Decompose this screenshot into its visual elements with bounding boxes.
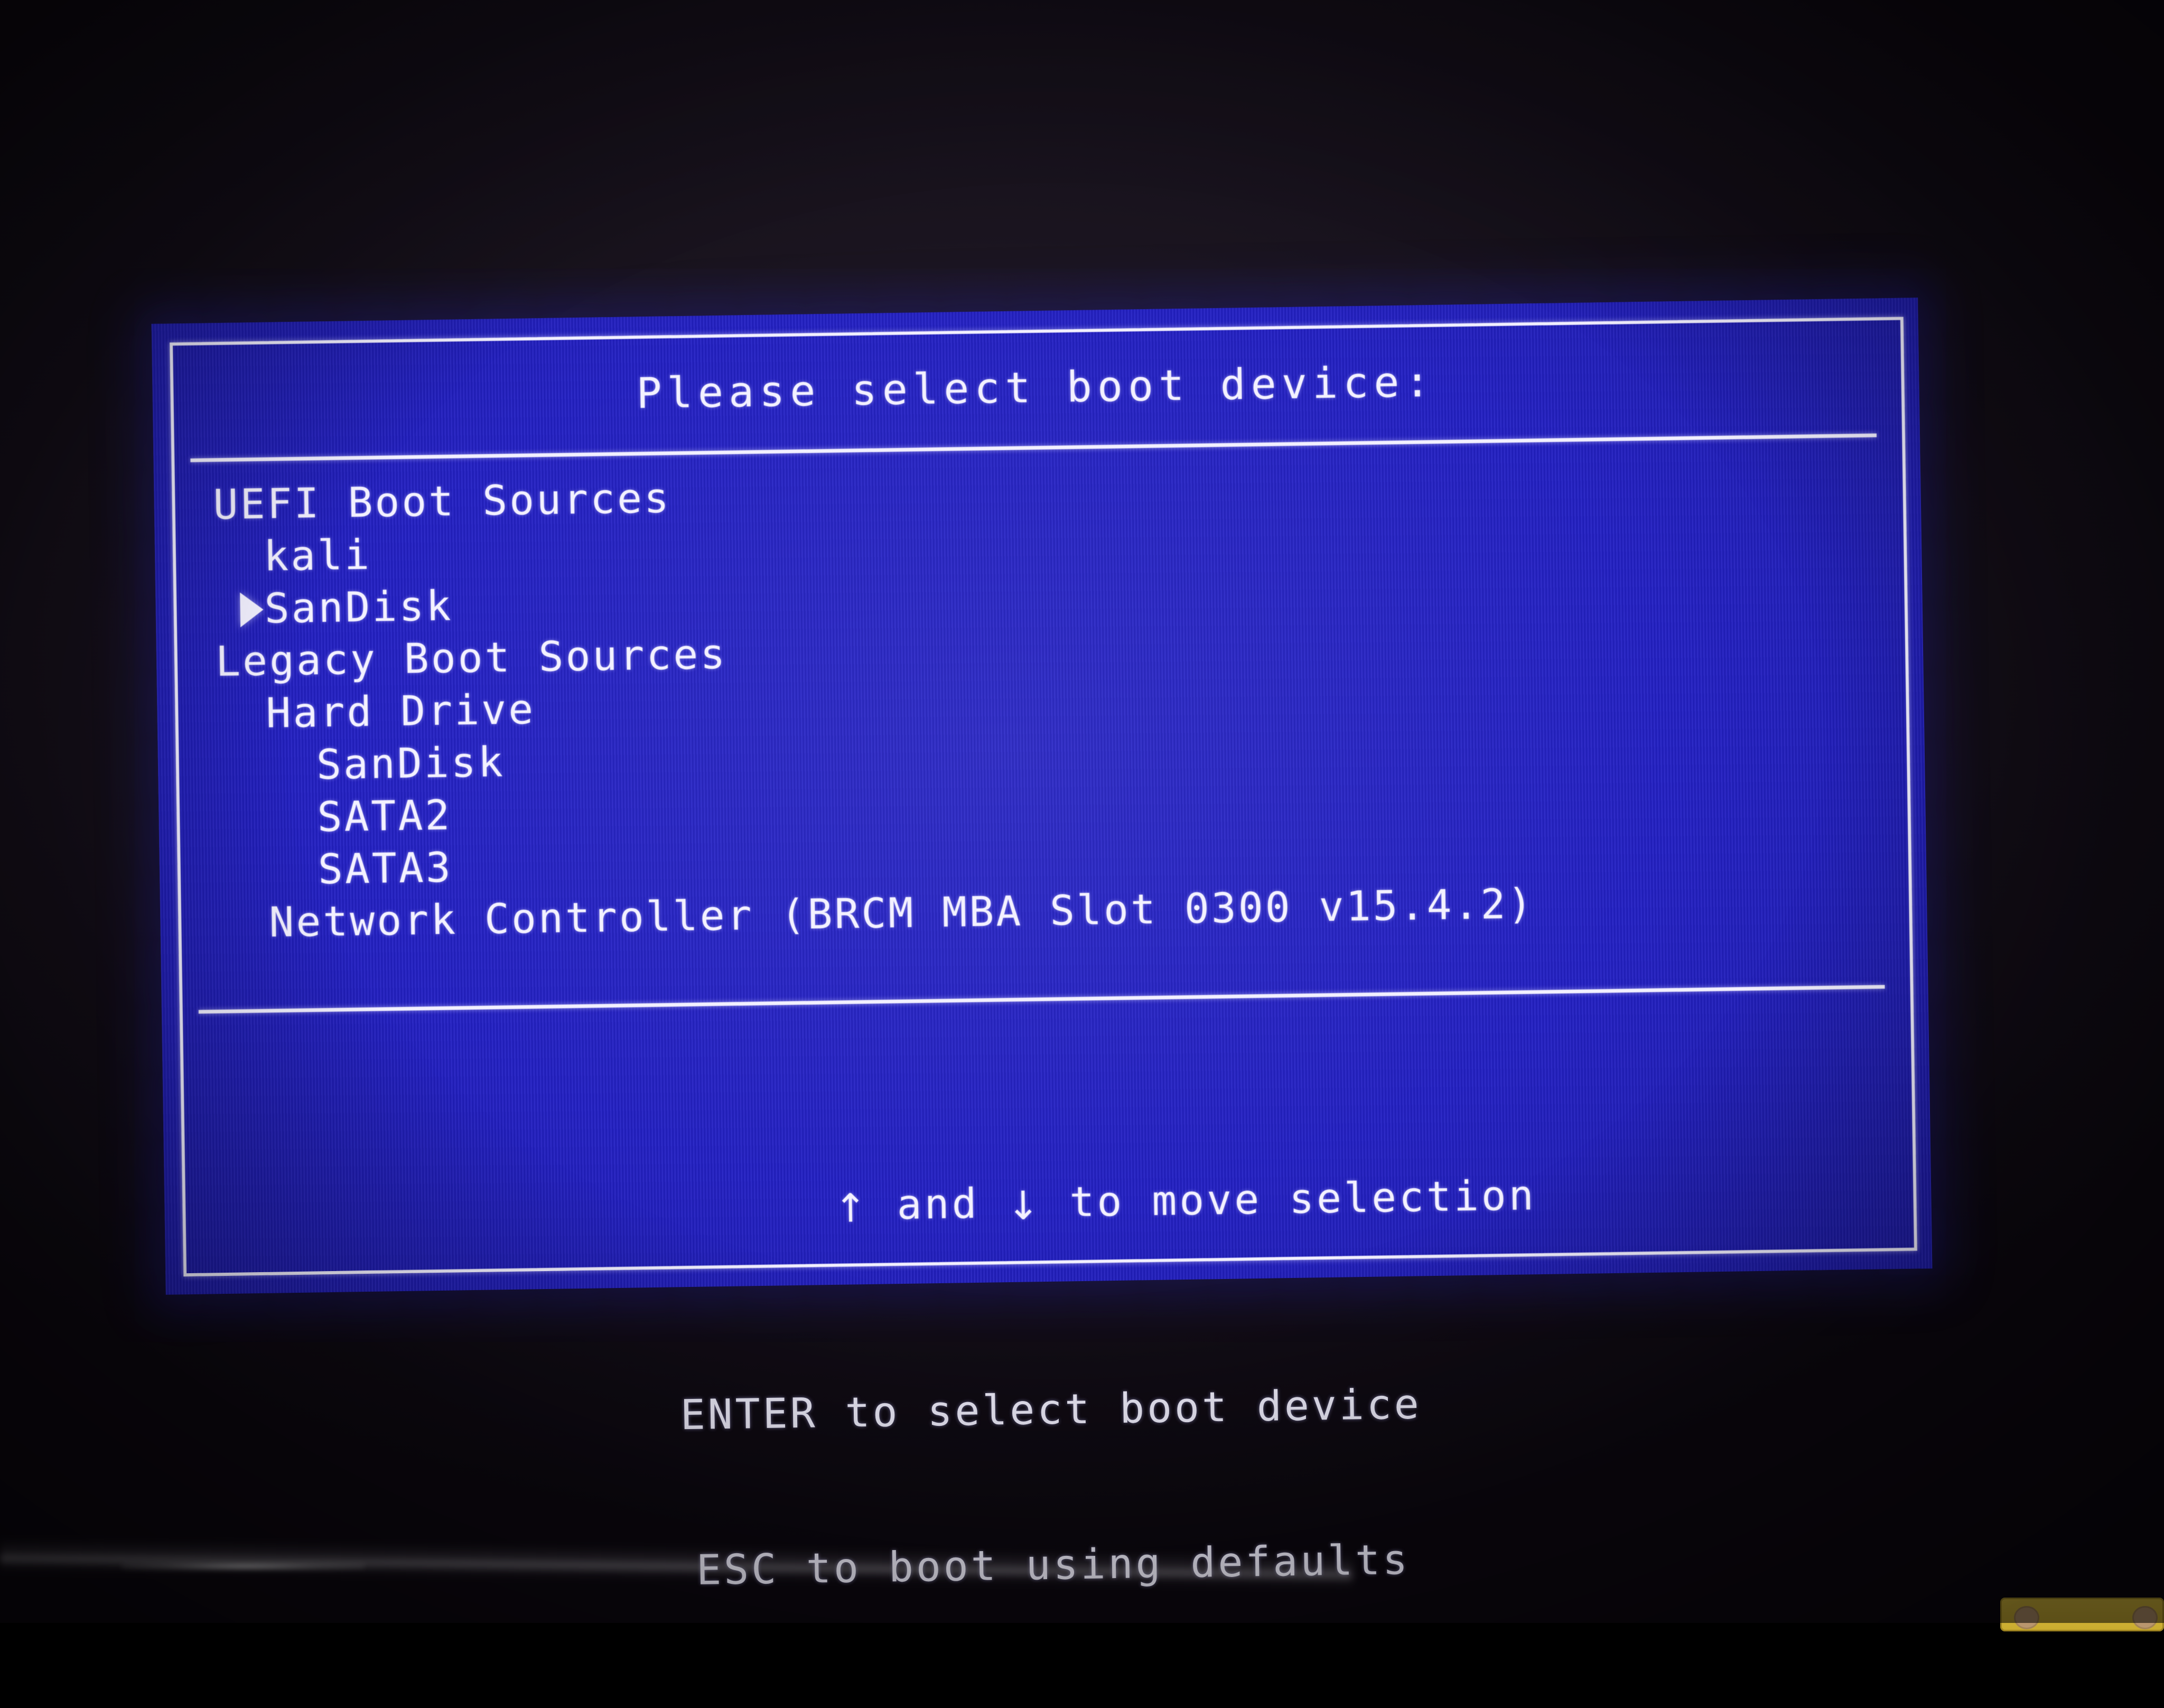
bios-screen-content: Please select boot device: UEFI Boot Sou… <box>152 297 1933 1594</box>
page-title: Please select boot device: <box>636 357 1436 418</box>
boot-list-item-label: Hard Drive <box>265 686 536 738</box>
boot-list-item-label: SATA3 <box>318 844 453 894</box>
monitor-bezel-glint <box>122 1563 365 1570</box>
boot-list-item-label: SanDisk <box>264 582 453 633</box>
boot-device-list: UEFI Boot Sources kali SanDisk Legacy Boot … <box>213 460 1535 950</box>
help-footer: ↑ and ↓ to move selection ENTER to selec… <box>162 1009 1939 1707</box>
boot-list-item-label: SanDisk <box>316 739 506 789</box>
selection-arrow-icon <box>240 592 264 627</box>
divider-bottom <box>198 985 1885 1014</box>
help-line-move-suffix: to move selection <box>1041 1172 1537 1227</box>
arrow-down-icon: ↓ <box>1006 1183 1043 1229</box>
help-line-enter: ENTER to select boot device <box>680 1380 1422 1440</box>
help-line-move-middle: and <box>869 1180 1008 1229</box>
sticker-hole-right <box>2132 1606 2158 1629</box>
boot-list-item-label: kali <box>263 531 372 581</box>
help-line-move-selection: ↑ and ↓ to move selection <box>163 1112 1932 1294</box>
photo-scene: Please select boot device: UEFI Boot Sou… <box>0 0 2164 1631</box>
divider-top <box>190 433 1877 462</box>
yellow-sticker <box>2000 1598 2164 1631</box>
boot-list-item-label: SATA2 <box>316 791 452 842</box>
bios-boot-menu-panel: Please select boot device: UEFI Boot Sou… <box>151 297 1933 1594</box>
boot-list-item-label: UEFI Boot Sources <box>212 474 671 529</box>
arrow-up-icon: ↑ <box>834 1185 870 1231</box>
sticker-hole-left <box>2014 1606 2039 1629</box>
boot-list-item-label: Legacy Boot Sources <box>215 630 727 686</box>
